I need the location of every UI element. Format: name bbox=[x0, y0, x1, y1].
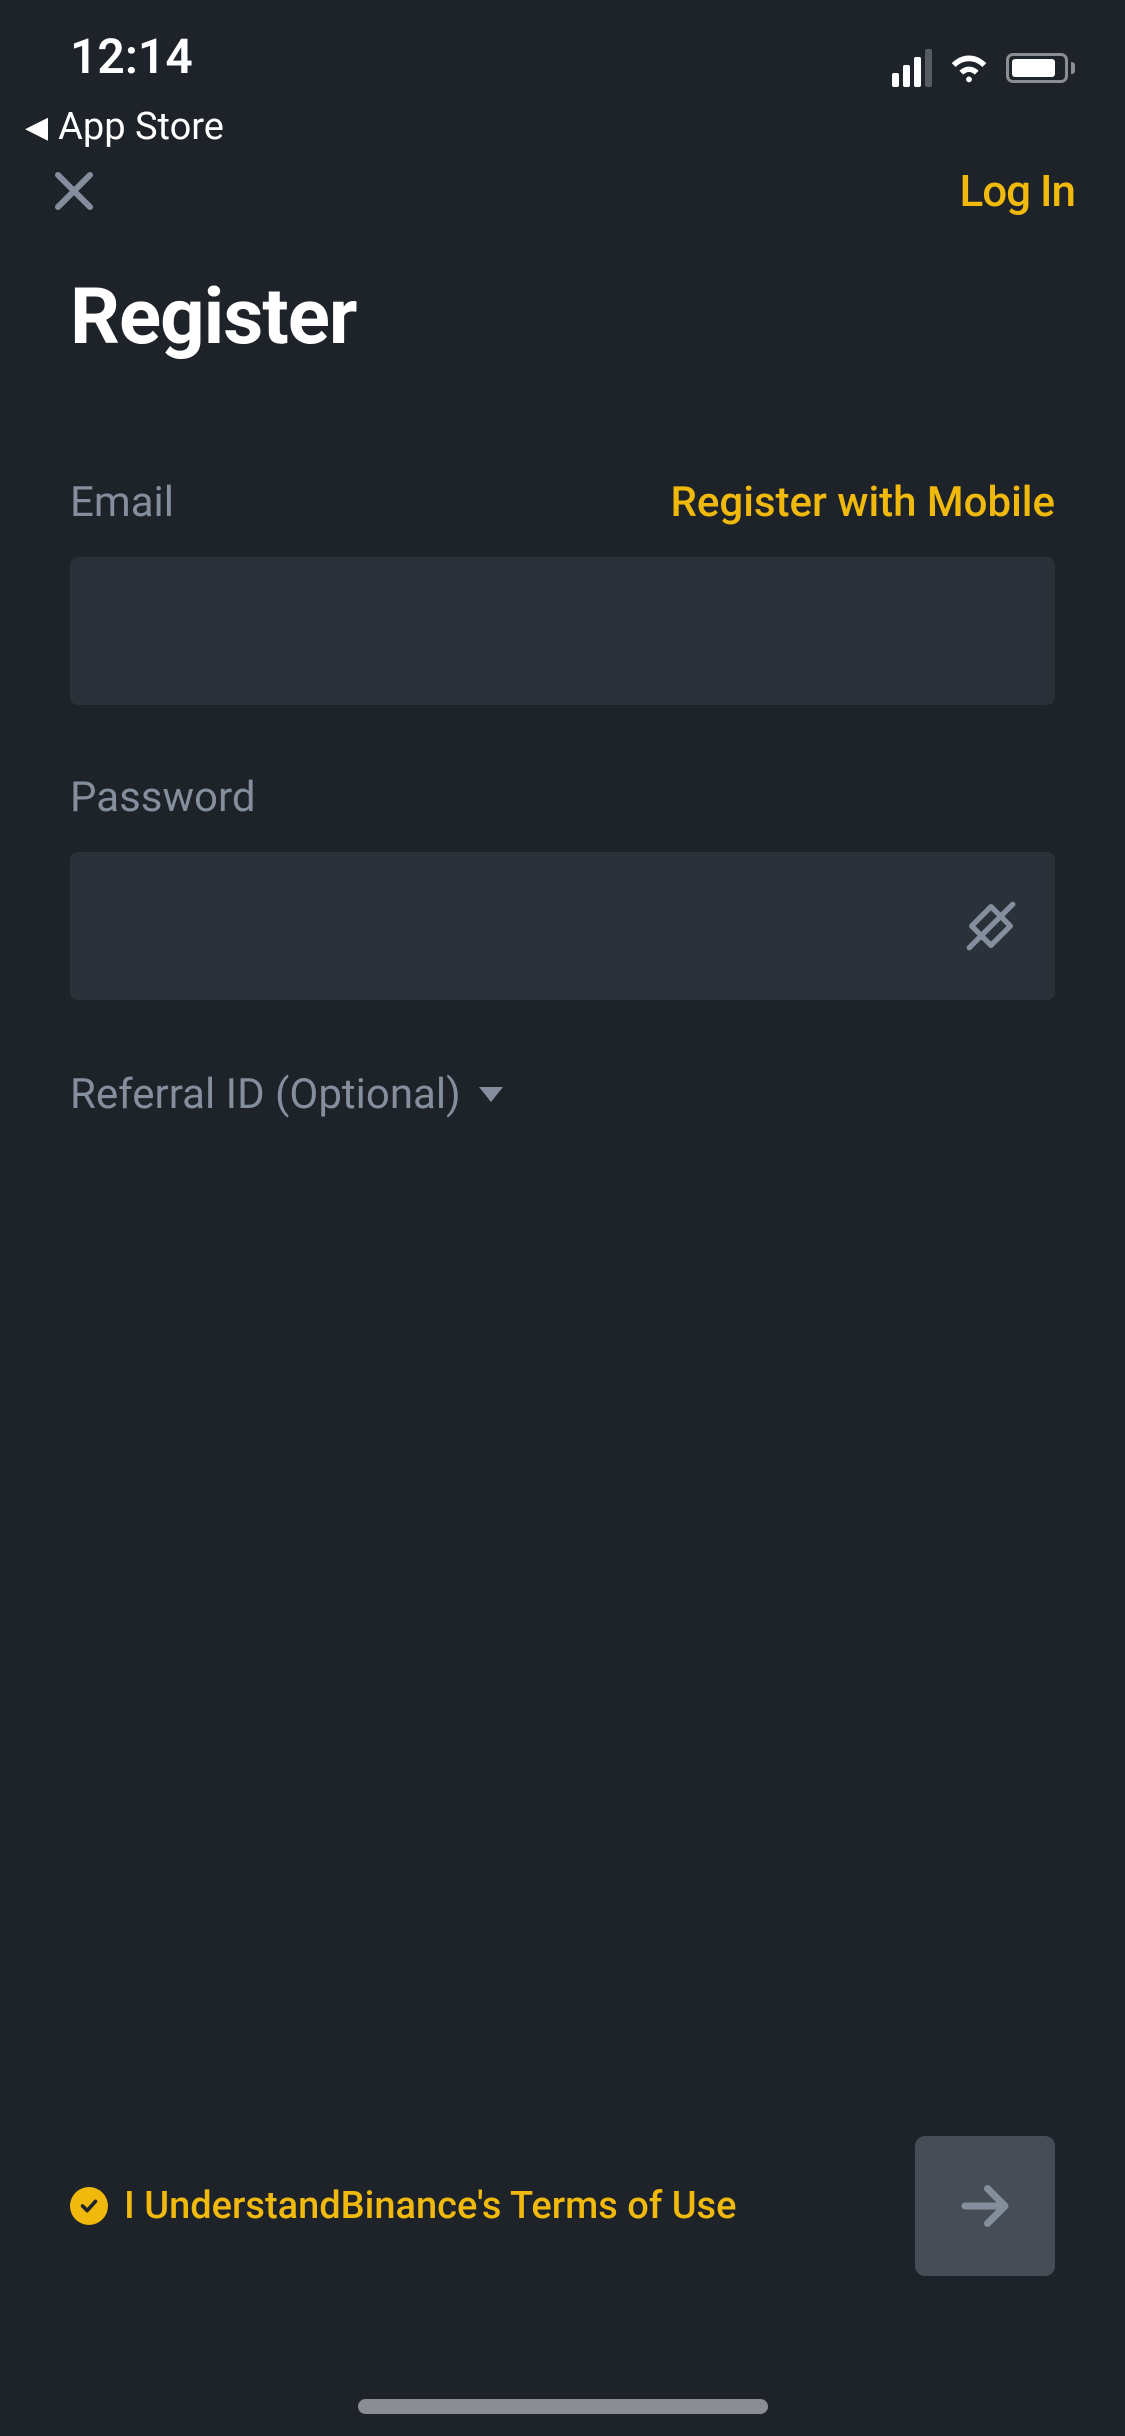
back-caret-icon: ◀ bbox=[25, 110, 48, 145]
battery-icon bbox=[1006, 53, 1075, 83]
terms-checkbox[interactable]: I UnderstandBinance's Terms of Use bbox=[70, 2184, 736, 2228]
check-icon bbox=[70, 2187, 108, 2225]
home-indicator[interactable] bbox=[358, 2399, 768, 2414]
submit-button[interactable] bbox=[915, 2136, 1055, 2276]
status-time: 12:14 bbox=[70, 28, 224, 85]
close-icon[interactable] bbox=[50, 167, 98, 215]
email-input[interactable] bbox=[70, 557, 1055, 705]
back-to-appstore-label: App Store bbox=[58, 105, 224, 149]
toggle-password-visibility-icon[interactable] bbox=[962, 897, 1020, 955]
email-field-group: Email Register with Mobile bbox=[70, 478, 1055, 705]
arrow-right-icon bbox=[955, 2176, 1015, 2236]
wifi-icon bbox=[946, 48, 992, 88]
login-link[interactable]: Log In bbox=[959, 165, 1075, 217]
status-bar: 12:14 ◀ App Store bbox=[0, 0, 1125, 130]
back-to-appstore-link[interactable]: ◀ App Store bbox=[25, 105, 224, 149]
register-with-mobile-link[interactable]: Register with Mobile bbox=[670, 478, 1055, 527]
terms-text: I UnderstandBinance's Terms of Use bbox=[124, 2184, 736, 2228]
content-area: Register Email Register with Mobile Pass… bbox=[0, 242, 1125, 1119]
password-label: Password bbox=[70, 773, 256, 822]
cellular-signal-icon bbox=[892, 49, 932, 87]
chevron-down-icon bbox=[479, 1087, 503, 1102]
password-field-group: Password bbox=[70, 773, 1055, 1000]
email-label: Email bbox=[70, 478, 174, 527]
footer: I UnderstandBinance's Terms of Use bbox=[70, 2136, 1055, 2276]
password-input[interactable] bbox=[70, 852, 1055, 1000]
referral-id-toggle[interactable]: Referral ID (Optional) bbox=[70, 1070, 1055, 1119]
referral-label: Referral ID (Optional) bbox=[70, 1070, 461, 1119]
page-title: Register bbox=[70, 272, 1055, 363]
